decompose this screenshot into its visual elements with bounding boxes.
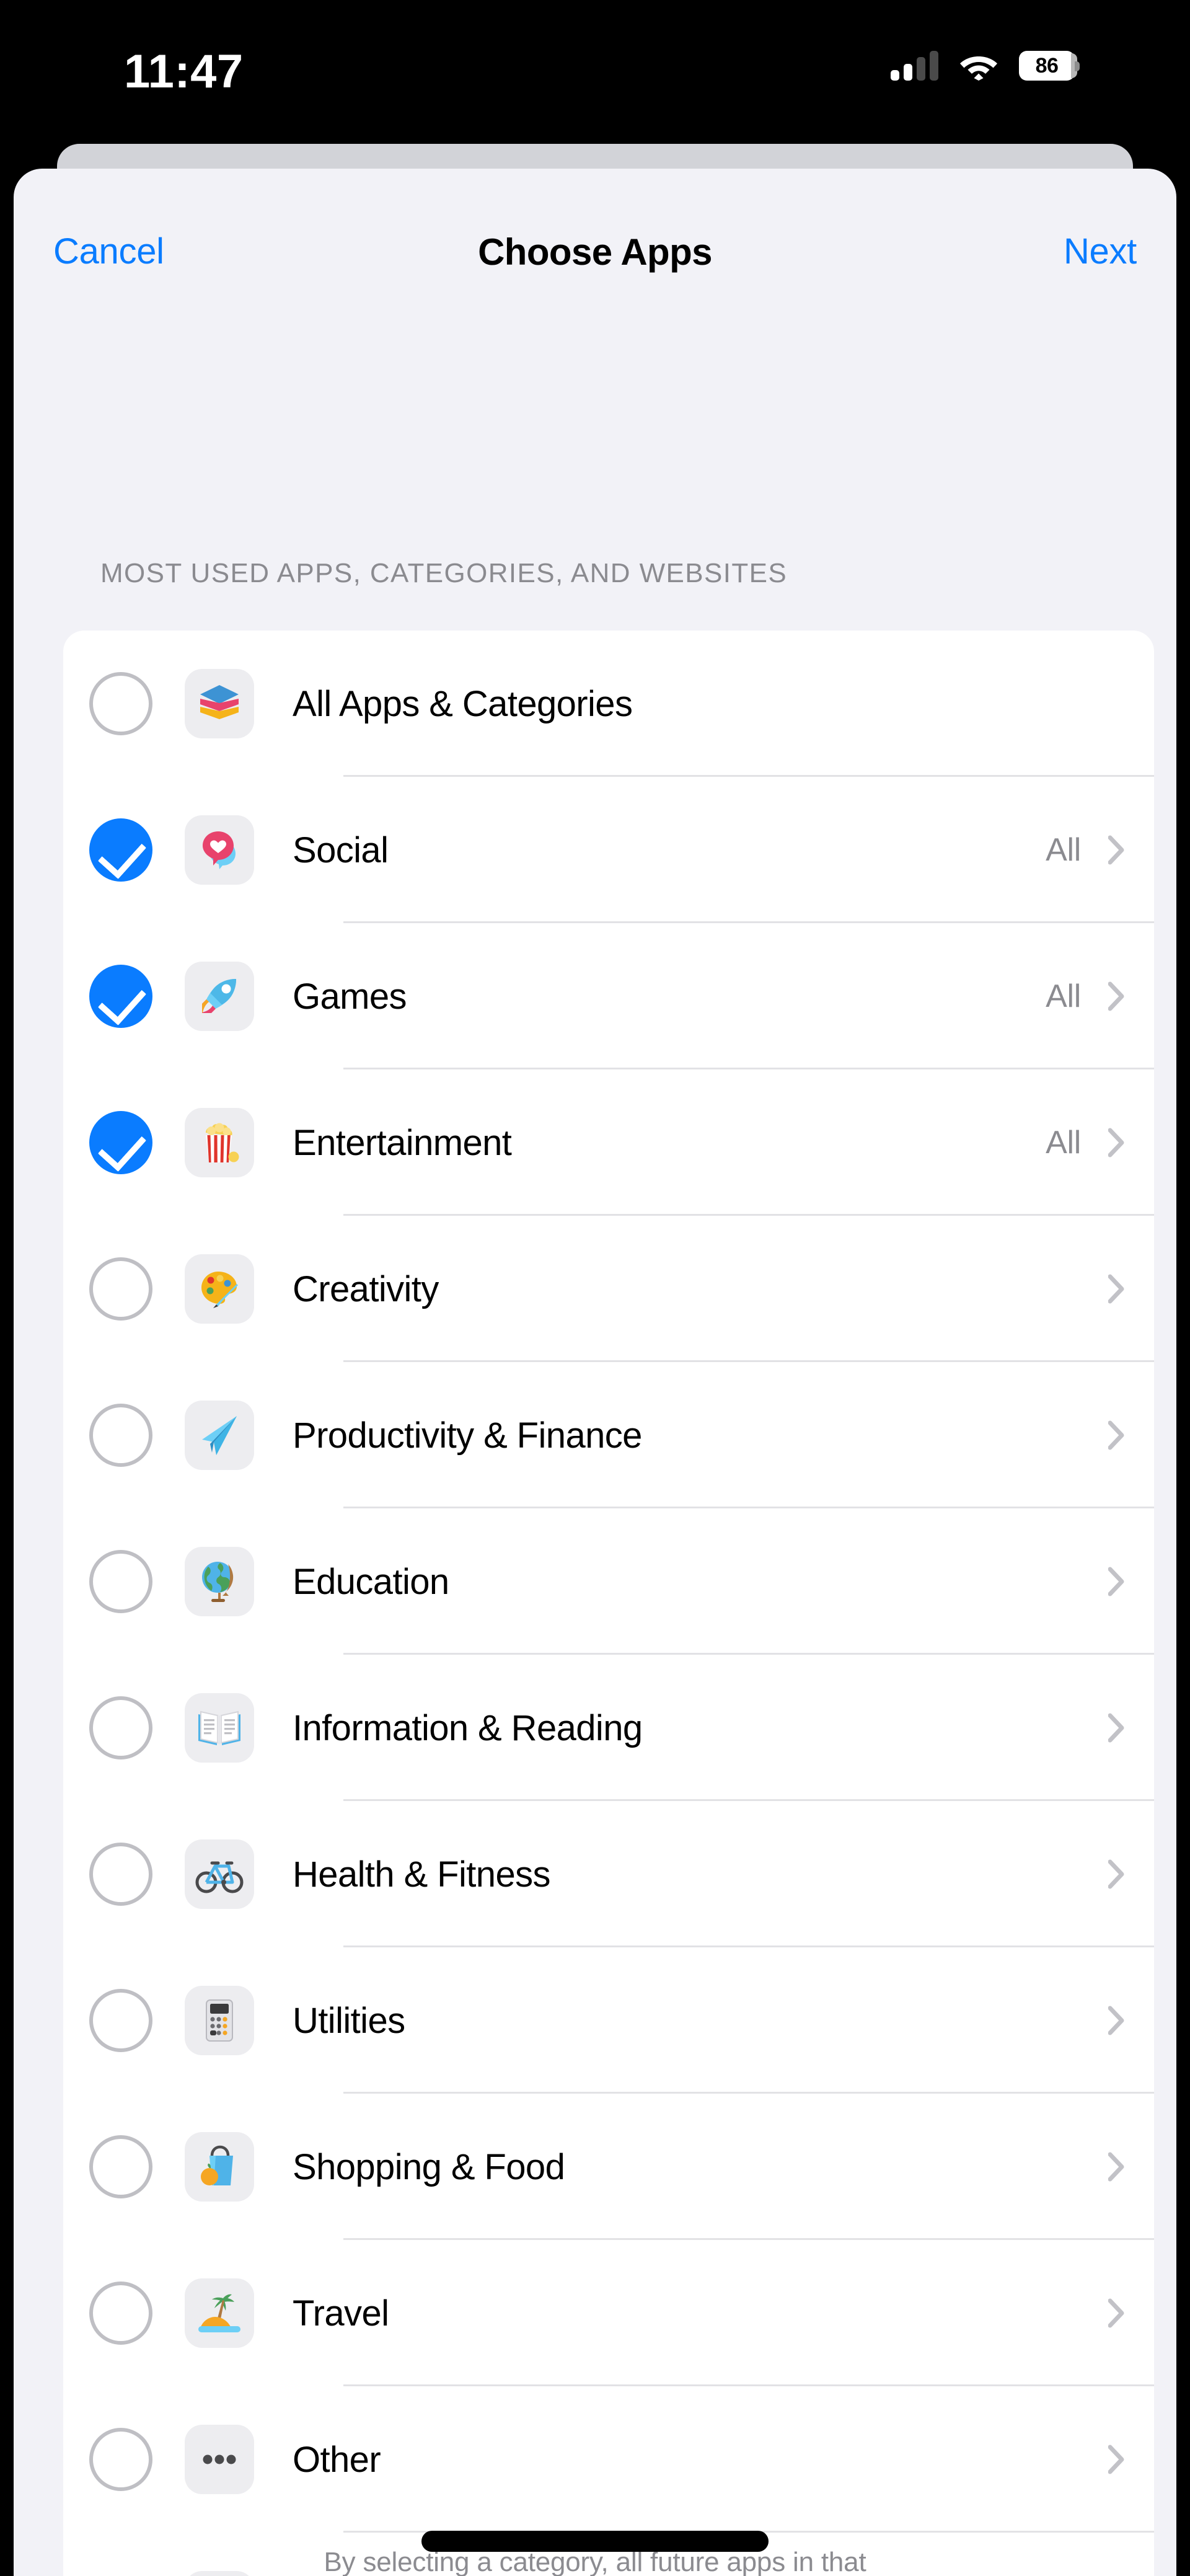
chevron-right-icon[interactable]	[1108, 1128, 1124, 1157]
checkbox-checked-icon[interactable]	[89, 1111, 152, 1174]
category-list: All Apps & Categories Social All Games A…	[63, 631, 1154, 2576]
list-item-value: All	[1046, 832, 1081, 868]
list-item-label: Creativity	[293, 1268, 439, 1309]
list-item-label: Utilities	[293, 2000, 405, 2041]
chevron-right-icon[interactable]	[1108, 1713, 1124, 1743]
checkbox-unchecked-icon[interactable]	[89, 1843, 152, 1906]
section-header: MOST USED APPS, CATEGORIES, AND WEBSITES	[100, 558, 788, 588]
checkbox-unchecked-icon[interactable]	[89, 2282, 152, 2345]
shopping-bag-icon	[185, 2132, 254, 2202]
list-item-label: Health & Fitness	[293, 1854, 551, 1895]
calculator-icon	[185, 1986, 254, 2055]
list-item[interactable]: All Apps & Categories	[63, 631, 1154, 777]
list-item-label: Information & Reading	[293, 1707, 643, 1748]
list-item[interactable]: Games All	[63, 923, 1154, 1069]
status-bar: 11:47 86	[0, 0, 1190, 143]
list-item-label: Other	[293, 2439, 381, 2480]
list-item-label: Education	[293, 1561, 449, 1602]
checkbox-unchecked-icon[interactable]	[89, 672, 152, 735]
list-item-label: Productivity & Finance	[293, 1415, 642, 1456]
list-item[interactable]: Entertainment All	[63, 1069, 1154, 1216]
checkbox-unchecked-icon[interactable]	[89, 2428, 152, 2491]
list-item[interactable]: Other	[63, 2386, 1154, 2533]
rocket-icon	[185, 962, 254, 1031]
list-item[interactable]: Productivity & Finance	[63, 1362, 1154, 1508]
checkbox-unchecked-icon[interactable]	[89, 1257, 152, 1321]
iphone-screen: 11:47 86 Cancel Choose Apps Next MOST US…	[0, 0, 1190, 2576]
ellipsis-icon	[185, 2425, 254, 2494]
checkbox-unchecked-icon[interactable]	[89, 1404, 152, 1467]
chevron-right-icon[interactable]	[1108, 2006, 1124, 2035]
list-item[interactable]: Information & Reading	[63, 1655, 1154, 1801]
layers-stack-icon	[185, 669, 254, 738]
status-bar-indicators: 86	[891, 51, 1080, 81]
status-bar-time: 11:47	[124, 45, 244, 98]
page-title: Choose Apps	[478, 231, 712, 273]
navigation-bar: Cancel Choose Apps Next	[14, 169, 1176, 331]
cellular-bars-icon	[891, 51, 938, 81]
chevron-right-icon[interactable]	[1108, 1859, 1124, 1889]
chevron-right-icon[interactable]	[1108, 1420, 1124, 1450]
wifi-icon	[959, 52, 998, 81]
list-item-label: Travel	[293, 2293, 389, 2334]
chevron-right-icon[interactable]	[1108, 835, 1124, 865]
palm-island-icon	[185, 2278, 254, 2348]
chevron-right-icon[interactable]	[1108, 2298, 1124, 2328]
open-book-icon	[185, 1693, 254, 1763]
list-item[interactable]: Utilities	[63, 1947, 1154, 2094]
globe-stand-icon	[185, 1547, 254, 1616]
checkbox-checked-icon[interactable]	[89, 965, 152, 1028]
chevron-right-icon[interactable]	[1108, 2152, 1124, 2182]
checkbox-unchecked-icon[interactable]	[89, 1550, 152, 1613]
checkbox-unchecked-icon[interactable]	[89, 2135, 152, 2198]
checkbox-checked-icon[interactable]	[89, 818, 152, 882]
battery-icon: 86	[1019, 51, 1080, 81]
checkbox-unchecked-icon[interactable]	[89, 1696, 152, 1759]
chevron-right-icon[interactable]	[1108, 2445, 1124, 2474]
list-item-label: Games	[293, 976, 407, 1017]
paper-plane-icon	[185, 1401, 254, 1470]
battery-percent-label: 86	[1035, 53, 1059, 77]
home-indicator[interactable]	[421, 2531, 769, 2552]
list-item[interactable]: Creativity	[63, 1216, 1154, 1362]
list-item[interactable]: Shopping & Food	[63, 2094, 1154, 2240]
list-item[interactable]: Education	[63, 1508, 1154, 1655]
list-item-value: All	[1046, 1125, 1081, 1161]
next-button[interactable]: Next	[1064, 231, 1137, 272]
list-item-label: Social	[293, 830, 389, 870]
list-item[interactable]: Health & Fitness	[63, 1801, 1154, 1947]
popcorn-icon	[185, 1108, 254, 1177]
list-item-label: Shopping & Food	[293, 2146, 565, 2187]
bicycle-icon	[185, 1839, 254, 1909]
list-item-label: Entertainment	[293, 1122, 512, 1163]
list-item[interactable]: Social All	[63, 777, 1154, 923]
list-item[interactable]: Travel	[63, 2240, 1154, 2386]
chevron-right-icon[interactable]	[1108, 1567, 1124, 1596]
chevron-right-icon[interactable]	[1108, 981, 1124, 1011]
chevron-right-icon[interactable]	[1108, 1274, 1124, 1304]
list-item-label: All Apps & Categories	[293, 683, 633, 724]
checkbox-unchecked-icon[interactable]	[89, 1989, 152, 2052]
speech-bubble-heart-icon	[185, 815, 254, 885]
paint-palette-icon	[185, 1254, 254, 1324]
list-item-value: All	[1046, 978, 1081, 1014]
choose-apps-sheet: Cancel Choose Apps Next MOST USED APPS, …	[14, 169, 1176, 2576]
